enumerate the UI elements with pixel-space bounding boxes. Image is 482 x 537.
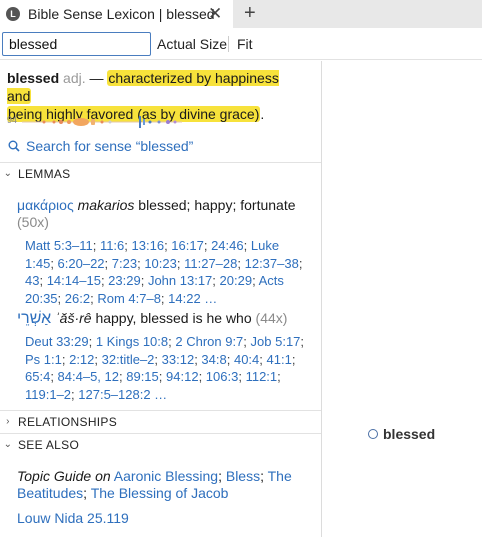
scripture-reference-link[interactable]: 43 bbox=[25, 273, 39, 288]
sense-detail-panel: blessed adj. — characterized by happines… bbox=[0, 61, 322, 537]
lemma-makarios-references: Matt 5:3–11; 11:6; 13:16; 16:17; 24:46; … bbox=[25, 238, 303, 306]
topic-link[interactable]: Aaronic Blessing bbox=[114, 468, 218, 484]
lemma-ashre: אַשְׁרֵי ʾăš·rê happy, blessed is he who… bbox=[17, 310, 307, 327]
frequency-chart[interactable]: 94 bbox=[7, 115, 187, 129]
scripture-reference-link[interactable]: 14:14–15 bbox=[47, 273, 101, 288]
scripture-reference-link[interactable]: 112:1 bbox=[246, 369, 278, 384]
logos-app-icon: L bbox=[6, 7, 20, 21]
search-for-sense-link[interactable]: Search for sense “blessed” bbox=[8, 138, 193, 154]
section-relationships-label: RELATIONSHIPS bbox=[18, 414, 118, 429]
topic-link[interactable]: Bless bbox=[226, 468, 260, 484]
scripture-reference-link[interactable]: 13:16 bbox=[132, 238, 165, 253]
definition-dash: — bbox=[89, 70, 104, 86]
topic-guide-links: Topic Guide on Aaronic Blessing; Bless; … bbox=[17, 468, 292, 501]
new-tab-plus-icon[interactable]: + bbox=[244, 2, 256, 24]
scripture-reference-link[interactable]: 41:1 bbox=[267, 352, 292, 367]
scripture-reference-link[interactable]: 34:8 bbox=[201, 352, 226, 367]
scripture-reference-link[interactable]: 7:23 bbox=[112, 256, 137, 271]
scripture-reference-link[interactable]: 16:17 bbox=[171, 238, 204, 253]
selected-sense-node[interactable]: blessed bbox=[368, 426, 435, 442]
scripture-reference-link[interactable]: 32:title–2 bbox=[102, 352, 155, 367]
scripture-reference-link[interactable]: 10:23 bbox=[144, 256, 177, 271]
scripture-reference-link[interactable]: 65:4 bbox=[25, 369, 50, 384]
search-icon bbox=[8, 140, 20, 152]
lemma-original-hebrew[interactable]: אַשְׁרֵי bbox=[17, 310, 51, 327]
scripture-reference-link[interactable]: 2 Chron 9:7 bbox=[175, 334, 243, 349]
scripture-reference-link[interactable]: 2:12 bbox=[69, 352, 94, 367]
louw-nida-link[interactable]: Louw Nida 25.119 bbox=[17, 510, 129, 526]
scripture-reference-link[interactable]: Rom 4:7–8 bbox=[97, 291, 161, 306]
frequency-wave bbox=[22, 116, 182, 128]
scripture-reference-link[interactable]: Deut 33:29 bbox=[25, 334, 89, 349]
section-lemmas-header[interactable]: ⌄ LEMMAS bbox=[0, 162, 321, 184]
scripture-reference-link[interactable]: 1 Kings 10:8 bbox=[96, 334, 168, 349]
scripture-reference-link[interactable]: 11:27–28 bbox=[184, 256, 237, 271]
toolbar: Actual Size Fit bbox=[0, 28, 482, 60]
scripture-reference-link[interactable]: 89:15 bbox=[126, 369, 159, 384]
scripture-reference-link[interactable]: 11:6 bbox=[100, 238, 124, 253]
scripture-reference-link[interactable]: 84:4–5, 12 bbox=[58, 369, 119, 384]
scripture-reference-link[interactable]: 127:5–128:2 … bbox=[78, 387, 167, 402]
scripture-reference-link[interactable]: 24:46 bbox=[211, 238, 244, 253]
section-lemmas-label: LEMMAS bbox=[18, 166, 71, 181]
part-of-speech: adj. bbox=[63, 70, 86, 86]
lemma-ashre-references: Deut 33:29; 1 Kings 10:8; 2 Chron 9:7; J… bbox=[25, 334, 305, 402]
fit-button[interactable]: Fit bbox=[237, 36, 253, 52]
tab-title: Bible Sense Lexicon | blessed bbox=[28, 6, 215, 22]
sense-node-circle-icon bbox=[368, 429, 378, 439]
lemma-count: (50x) bbox=[17, 214, 49, 230]
lemma-original-greek[interactable]: μακάριος bbox=[17, 197, 74, 213]
toolbar-divider bbox=[228, 36, 229, 52]
lemma-transliteration: makarios bbox=[77, 197, 135, 213]
scripture-reference-link[interactable]: 6:20–22 bbox=[58, 256, 105, 271]
sense-graph-panel: blessed bbox=[323, 61, 482, 537]
chevron-down-icon: ⌄ bbox=[3, 439, 13, 450]
search-for-sense-label: Search for sense “blessed” bbox=[26, 138, 194, 154]
lemma-count: (44x) bbox=[255, 310, 288, 326]
scripture-reference-link[interactable]: John 13:17 bbox=[148, 273, 212, 288]
selected-sense-label: blessed bbox=[383, 426, 436, 442]
scripture-reference-link[interactable]: 94:12 bbox=[166, 369, 199, 384]
scripture-reference-link[interactable]: 40:4 bbox=[234, 352, 259, 367]
section-see-also-header[interactable]: ⌄ SEE ALSO bbox=[0, 433, 321, 455]
scripture-reference-link[interactable]: Ps 1:1 bbox=[25, 352, 62, 367]
tab-bar: L Bible Sense Lexicon | blessed ✕ + bbox=[0, 0, 482, 28]
lemma-gloss: happy, blessed is he who bbox=[95, 310, 252, 326]
scripture-reference-link[interactable]: 14:22 … bbox=[168, 291, 217, 306]
actual-size-button[interactable]: Actual Size bbox=[157, 36, 227, 52]
frequency-count: 94 bbox=[7, 115, 18, 125]
scripture-reference-link[interactable]: 106:3 bbox=[206, 369, 239, 384]
section-relationships-header[interactable]: › RELATIONSHIPS bbox=[0, 410, 321, 432]
lemma-makarios: μακάριος makarios blessed; happy; fortun… bbox=[17, 197, 307, 231]
close-tab-icon[interactable]: ✕ bbox=[208, 4, 222, 24]
scripture-reference-link[interactable]: 12:37–38 bbox=[245, 256, 299, 271]
scripture-reference-link[interactable]: Matt 5:3–11 bbox=[25, 238, 93, 253]
scripture-reference-link[interactable]: 20:29 bbox=[220, 273, 253, 288]
lemma-transliteration: ʾăš·rê bbox=[55, 310, 92, 326]
section-see-also-label: SEE ALSO bbox=[18, 437, 80, 452]
tab-bible-sense-lexicon[interactable]: L Bible Sense Lexicon | blessed ✕ bbox=[0, 0, 233, 28]
scripture-reference-link[interactable]: 119:1–2 bbox=[25, 387, 71, 402]
scripture-reference-link[interactable]: 23:29 bbox=[108, 273, 141, 288]
chevron-down-icon: ⌄ bbox=[3, 168, 13, 179]
scripture-reference-link[interactable]: 33:12 bbox=[162, 352, 195, 367]
louw-nida-row: Louw Nida 25.119 bbox=[17, 510, 307, 527]
topic-guide-label: Topic Guide on bbox=[17, 468, 111, 484]
scripture-reference-link[interactable]: Job 5:17 bbox=[251, 334, 301, 349]
lemma-gloss: blessed; happy; fortunate bbox=[138, 197, 296, 213]
headword: blessed bbox=[7, 70, 60, 86]
scripture-reference-link[interactable]: 26:2 bbox=[65, 291, 90, 306]
sense-search-input[interactable] bbox=[2, 32, 151, 56]
chevron-right-icon: › bbox=[6, 416, 10, 427]
topic-link[interactable]: The Blessing of Jacob bbox=[91, 485, 229, 501]
